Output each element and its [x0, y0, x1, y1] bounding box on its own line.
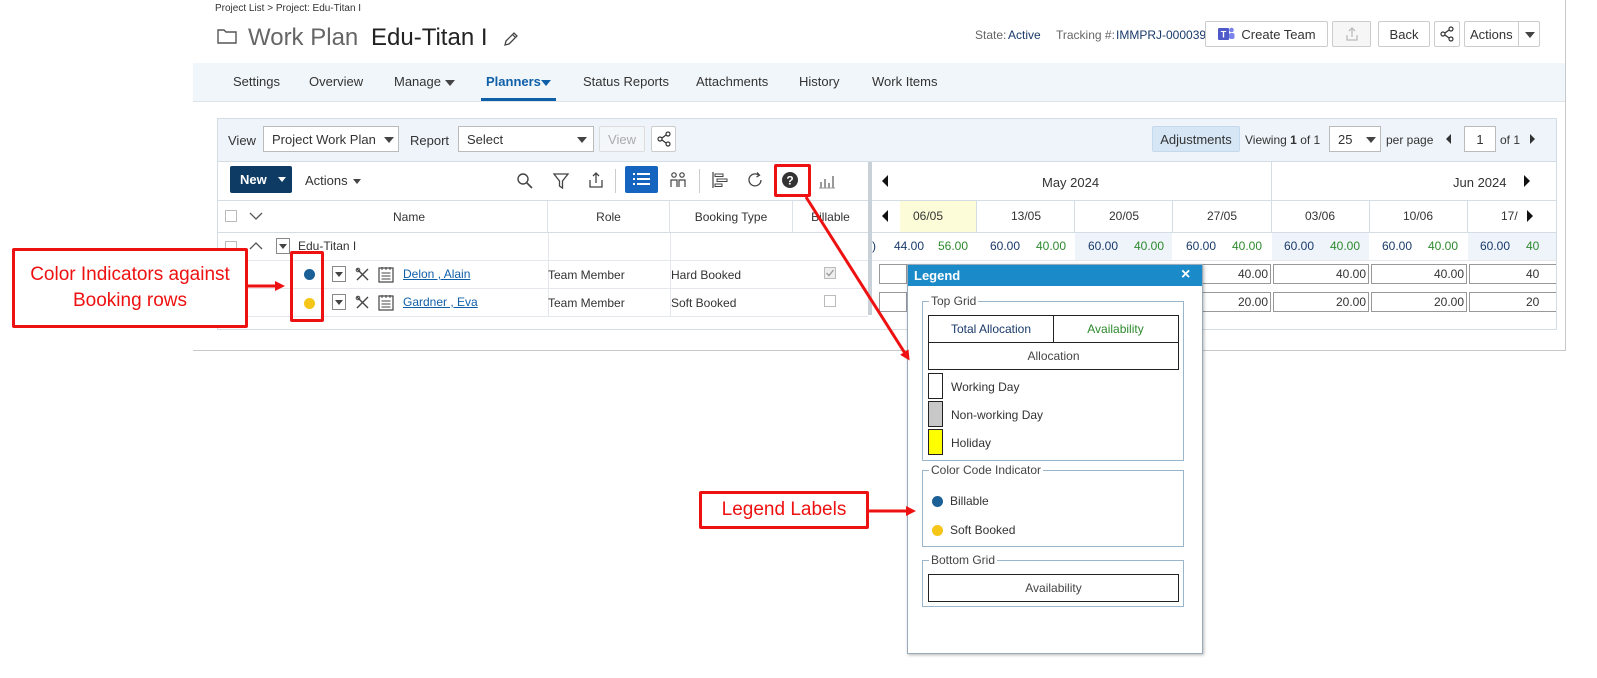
- annotation-arrows: [248, 196, 916, 516]
